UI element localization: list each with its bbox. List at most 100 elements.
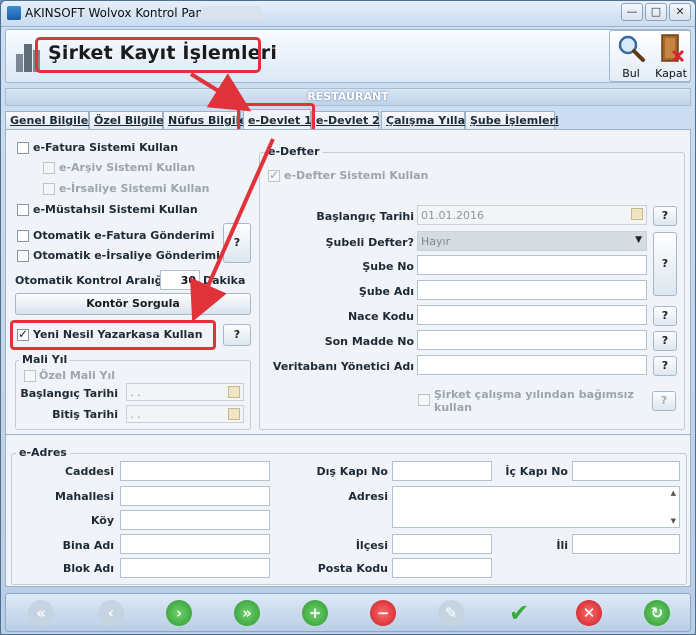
e-devlet-panel: e-Fatura Sistemi Kullan e-Arşiv Sistemi … (5, 129, 691, 435)
mali-baslangic-input[interactable]: . . (126, 383, 244, 401)
kontor-sorgula-button[interactable]: Kontör Sorgula (15, 293, 251, 315)
sube-adi-input[interactable] (417, 280, 647, 300)
earsiv-checkbox[interactable] (43, 162, 55, 174)
vt-yonetici-help-button[interactable]: ? (653, 356, 677, 376)
tab-nufus-bilgiler[interactable]: Nüfus Bilgiler (163, 111, 252, 129)
edefter-start-label: Başlangıç Tarihi (316, 210, 414, 223)
bagimsiz-checkbox[interactable] (418, 394, 430, 406)
ilcesi-label: İlçesi (355, 539, 388, 552)
edefter-use-checkbox[interactable] (268, 168, 280, 182)
magnifier-icon (618, 35, 645, 62)
first-record-button[interactable]: « (28, 600, 54, 626)
close-window-button[interactable]: ✕ (669, 3, 691, 21)
blok-adi-input[interactable] (120, 558, 270, 578)
tab-genel-bilgiler[interactable]: Genel Bilgiler (5, 111, 94, 129)
mahallesi-input[interactable] (120, 486, 270, 506)
find-label: Bul (622, 67, 640, 80)
tab-ozel-bilgiler[interactable]: Özel Bilgiler (89, 111, 169, 129)
delete-record-button[interactable]: − (370, 600, 396, 626)
edefter-start-value: 01.01.2016 (421, 209, 484, 222)
nace-kodu-input[interactable] (417, 305, 647, 325)
caddesi-input[interactable] (120, 461, 270, 481)
interval-unit-label: Dakika (203, 274, 246, 287)
calendar-icon[interactable] (631, 208, 643, 220)
adresi-textarea[interactable]: ▲ ▼ (392, 486, 680, 528)
subeli-defter-value: Hayır (421, 235, 451, 248)
auto-eirsaliye-checkbox[interactable] (17, 250, 29, 262)
app-icon (7, 6, 21, 20)
calendar-icon[interactable] (228, 408, 240, 420)
edit-record-button[interactable]: ✎ (438, 600, 464, 626)
calendar-icon[interactable] (228, 386, 240, 398)
company-name-bar: RESTAURANT (5, 88, 691, 106)
title-redacted-area (201, 6, 261, 20)
last-record-button[interactable]: » (234, 600, 260, 626)
tab-sube-islemleri[interactable]: Şube İşlemleri (465, 111, 559, 129)
edefter-use-label: e-Defter Sistemi Kullan (284, 169, 429, 182)
sube-help-button[interactable]: ? (653, 232, 677, 296)
ic-kapi-label: İç Kapı No (505, 465, 568, 478)
find-button[interactable]: Bul (612, 33, 650, 81)
posta-kodu-input[interactable] (392, 558, 492, 578)
toolbar: Bul Kapat (609, 30, 691, 82)
subeli-defter-select[interactable]: Hayır ▼ (417, 231, 647, 251)
refresh-button[interactable]: ↻ (644, 600, 670, 626)
efatura-checkbox[interactable] (17, 142, 29, 154)
cancel-button[interactable]: ✕ (576, 600, 602, 626)
edefter-start-help-button[interactable]: ? (653, 206, 677, 226)
add-record-button[interactable]: + (302, 600, 328, 626)
ili-input[interactable] (572, 534, 680, 554)
koy-label: Köy (90, 514, 114, 527)
eirsaliye-checkbox[interactable] (43, 183, 55, 195)
interval-input[interactable]: 30 (160, 270, 200, 290)
title-bar: AKINSOFT Wolvox Kontrol Paneli — □ ✕ (1, 1, 695, 27)
tab-calisma-yillari[interactable]: Çalışma Yılları (381, 111, 474, 129)
ilcesi-input[interactable] (392, 534, 492, 554)
auto-eirsaliye-label: Otomatik e-İrsaliye Gönderimi (33, 249, 220, 262)
refresh-icon: ↻ (650, 604, 664, 622)
son-madde-help-button[interactable]: ? (653, 331, 677, 351)
bina-adi-input[interactable] (120, 534, 270, 554)
scroll-down-icon[interactable]: ▼ (671, 517, 676, 525)
mali-yil-title: Mali Yıl (19, 353, 71, 366)
scroll-up-icon[interactable]: ▲ (671, 489, 676, 497)
koy-input[interactable] (120, 510, 270, 530)
cancel-icon: ✕ (582, 604, 596, 622)
app-window: AKINSOFT Wolvox Kontrol Paneli — □ ✕ Şir… (0, 0, 696, 635)
next-icon: › (175, 604, 183, 622)
next-record-button[interactable]: › (166, 600, 192, 626)
son-madde-input[interactable] (417, 330, 647, 350)
window-title: AKINSOFT Wolvox Kontrol Paneli (25, 6, 218, 20)
save-icon: ✔ (508, 599, 530, 627)
bagimsiz-help-button[interactable]: ? (652, 391, 676, 411)
edefter-start-input[interactable]: 01.01.2016 (417, 205, 647, 225)
yazarkasa-help-button[interactable]: ? (223, 324, 251, 346)
close-button[interactable]: Kapat (652, 33, 690, 81)
vt-yonetici-label: Veritabanı Yönetici Adı (272, 360, 414, 373)
mali-baslangic-value: . . (130, 386, 141, 399)
prev-record-button[interactable]: ‹ (98, 600, 124, 626)
ili-label: İli (556, 539, 568, 552)
tab-e-devlet-2[interactable]: e-Devlet 2 (311, 111, 380, 129)
first-icon: « (36, 604, 46, 622)
maximize-button[interactable]: □ (645, 3, 667, 21)
dis-kapi-input[interactable] (392, 461, 492, 481)
sube-adi-label: Şube Adı (358, 285, 414, 298)
vt-yonetici-input[interactable] (417, 355, 647, 375)
nace-help-button[interactable]: ? (653, 306, 677, 326)
ic-kapi-input[interactable] (572, 461, 680, 481)
auto-send-help-button[interactable]: ? (223, 223, 251, 263)
mali-baslangic-label: Başlangıç Tarihi (20, 387, 118, 400)
title-highlight-box (35, 37, 261, 73)
mahallesi-label: Mahallesi (55, 490, 114, 503)
caddesi-label: Caddesi (64, 465, 114, 478)
nace-kodu-label: Nace Kodu (347, 310, 414, 323)
ozel-mali-yil-checkbox[interactable] (24, 370, 36, 382)
sube-no-input[interactable] (417, 255, 647, 275)
son-madde-label: Son Madde No (324, 335, 414, 348)
minimize-button[interactable]: — (621, 3, 643, 21)
auto-efatura-checkbox[interactable] (17, 230, 29, 242)
save-button[interactable]: ✔ (506, 600, 532, 626)
emustahsil-checkbox[interactable] (17, 204, 29, 216)
mali-bitis-input[interactable]: . . (126, 405, 244, 423)
